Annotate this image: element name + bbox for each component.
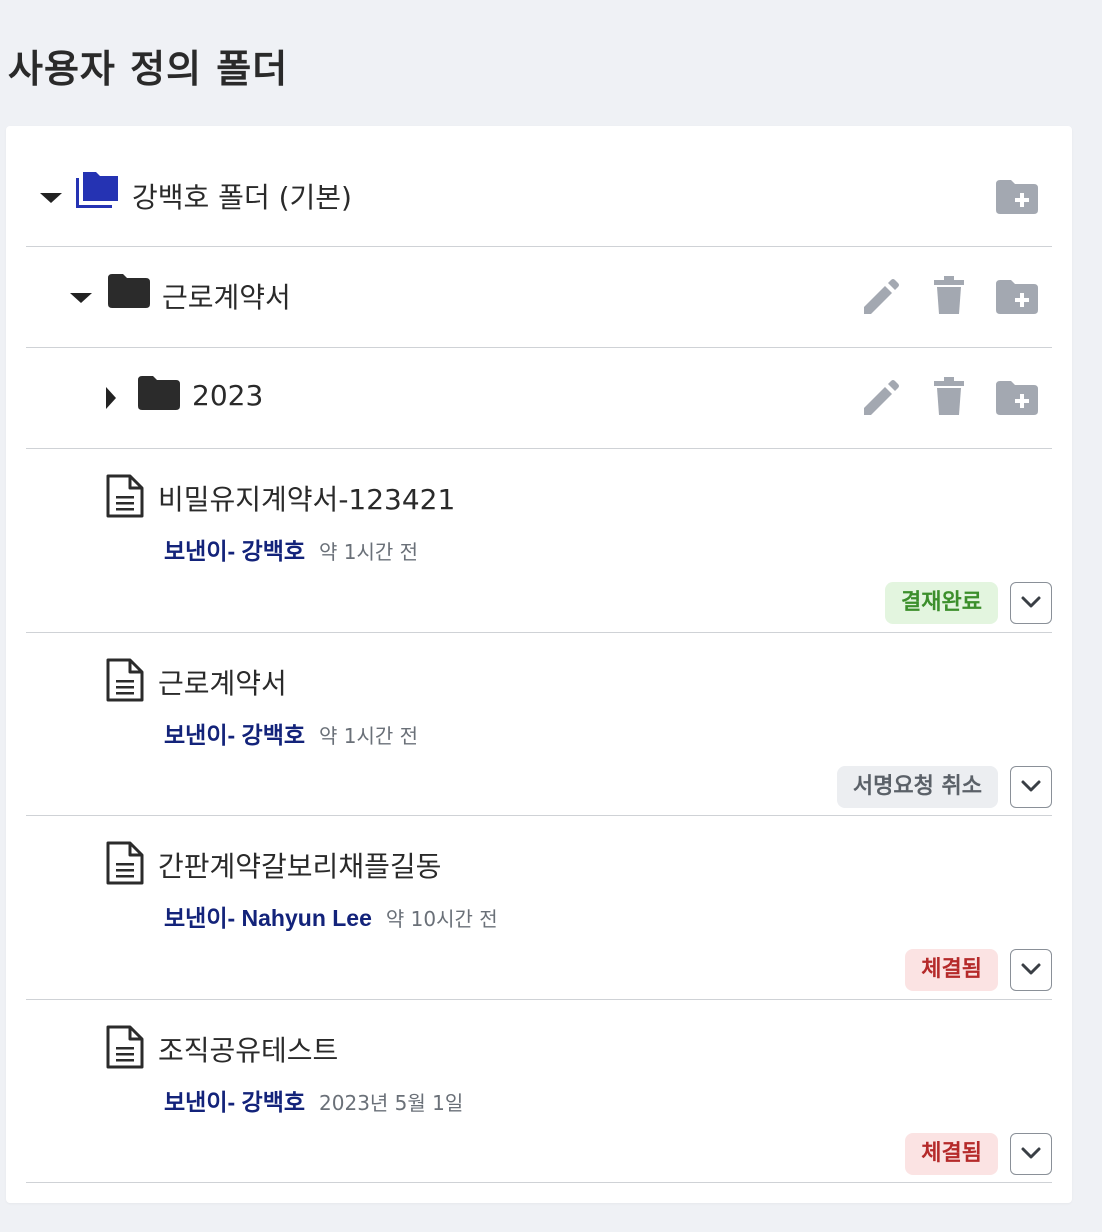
document-meta: 보낸이- Nahyun Lee 약 10시간 전: [164, 899, 498, 933]
folder-row-root[interactable]: 강백호 폴더 (기본): [26, 126, 1052, 247]
folder-row-2023[interactable]: 2023: [26, 347, 1052, 449]
chevron-down-icon: [1021, 596, 1041, 608]
expand-button[interactable]: [1010, 582, 1052, 624]
caret-down-icon[interactable]: [40, 193, 62, 203]
folder-plus-icon[interactable]: [996, 381, 1038, 415]
folder-label-root: 강백호 폴더 (기본): [132, 181, 352, 214]
timestamp: 약 10시간 전: [385, 907, 498, 931]
document-icon: [106, 474, 144, 518]
document-row[interactable]: 비밀유지계약서-123421 보낸이- 강백호 약 1시간 전 결재완료: [26, 448, 1052, 633]
document-row[interactable]: 조직공유테스트 보낸이- 강백호 2023년 5월 1일 체결됨: [26, 999, 1052, 1183]
expand-button[interactable]: [1010, 766, 1052, 808]
folder-icon: [108, 274, 150, 308]
page-title: 사용자 정의 폴더: [8, 47, 289, 91]
timestamp: 2023년 5월 1일: [319, 1091, 464, 1115]
document-icon: [106, 658, 144, 702]
folder-label: 2023: [192, 379, 264, 412]
trash-icon[interactable]: [934, 276, 964, 314]
pencil-icon[interactable]: [862, 379, 900, 417]
timestamp: 약 1시간 전: [319, 724, 419, 748]
document-meta: 보낸이- 강백호 2023년 5월 1일: [164, 1083, 463, 1117]
status-badge: 체결됨: [905, 1133, 998, 1175]
trash-icon[interactable]: [934, 377, 964, 415]
chevron-down-icon: [1021, 963, 1041, 975]
status-badge: 체결됨: [905, 949, 998, 991]
document-icon: [106, 841, 144, 885]
chevron-down-icon: [1021, 780, 1041, 792]
caret-down-icon[interactable]: [70, 293, 92, 303]
sender-label: 보낸이- 강백호: [164, 538, 306, 564]
document-row[interactable]: 간판계약갈보리채플길동 보낸이- Nahyun Lee 약 10시간 전 체결됨: [26, 815, 1052, 1000]
expand-button[interactable]: [1010, 949, 1052, 991]
folder-plus-icon[interactable]: [996, 280, 1038, 314]
document-title[interactable]: 간판계약갈보리채플길동: [158, 845, 441, 885]
folder-row-geunro[interactable]: 근로계약서: [26, 246, 1052, 348]
document-meta: 보낸이- 강백호 약 1시간 전: [164, 716, 418, 750]
expand-button[interactable]: [1010, 1133, 1052, 1175]
timestamp: 약 1시간 전: [319, 540, 419, 564]
document-title[interactable]: 비밀유지계약서-123421: [158, 478, 455, 518]
caret-right-icon[interactable]: [106, 387, 116, 409]
folder-tree-panel: 강백호 폴더 (기본) 근로계약서 2023 비밀유지계약서-123421 보낸…: [6, 126, 1072, 1203]
document-row[interactable]: 근로계약서 보낸이- 강백호 약 1시간 전 서명요청 취소: [26, 632, 1052, 816]
status-badge: 결재완료: [885, 582, 998, 624]
sender-label: 보낸이- Nahyun Lee: [164, 905, 372, 931]
document-meta: 보낸이- 강백호 약 1시간 전: [164, 532, 418, 566]
folder-icon: [138, 376, 180, 410]
document-title[interactable]: 근로계약서: [158, 662, 287, 702]
document-title[interactable]: 조직공유테스트: [158, 1029, 338, 1069]
status-badge: 서명요청 취소: [836, 766, 998, 808]
folder-multiple-icon: [76, 172, 118, 208]
folder-label: 근로계약서: [162, 281, 291, 314]
pencil-icon[interactable]: [862, 278, 900, 316]
folder-plus-icon[interactable]: [996, 180, 1038, 214]
chevron-down-icon: [1021, 1147, 1041, 1159]
sender-label: 보낸이- 강백호: [164, 722, 306, 748]
document-icon: [106, 1025, 144, 1069]
sender-label: 보낸이- 강백호: [164, 1089, 306, 1115]
